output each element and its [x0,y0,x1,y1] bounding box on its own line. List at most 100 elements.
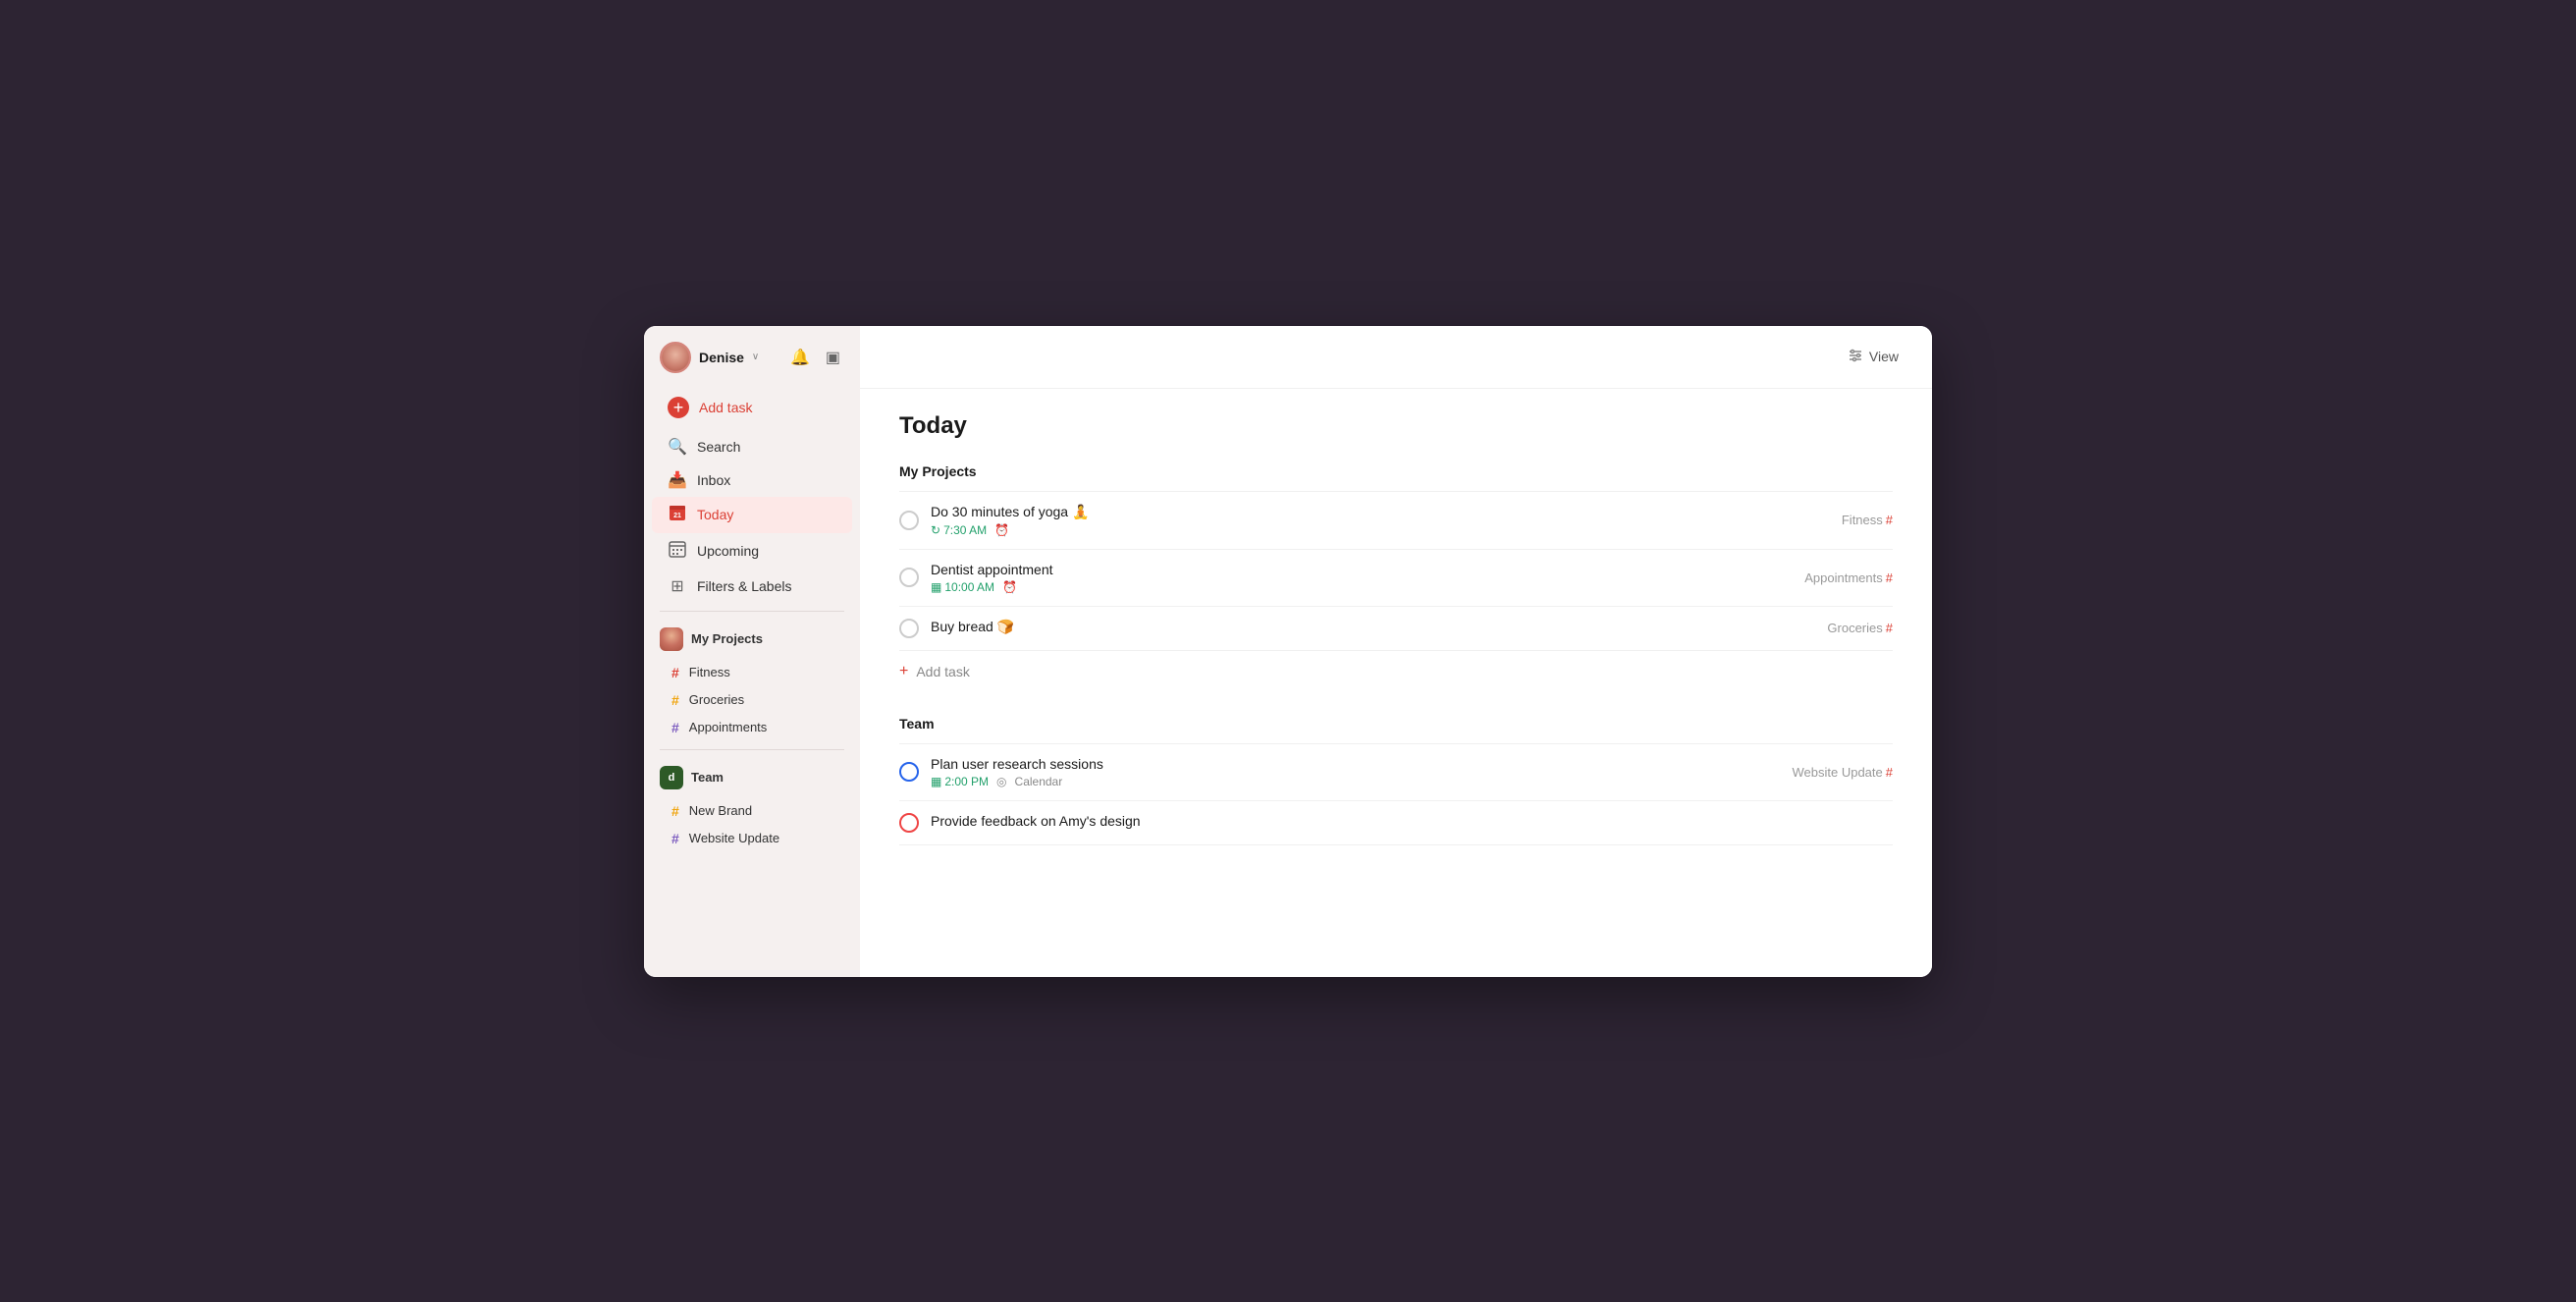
add-task-inline-button[interactable]: + Add task [899,651,1893,692]
task-project-dentist: Appointments # [1804,570,1893,585]
location-icon: ◎ [996,775,1006,788]
alarm-icon-yoga: ⏰ [994,523,1009,537]
filter-icon [1848,348,1863,366]
page-title: Today [899,412,1893,440]
fitness-label: Fitness [689,665,730,679]
chevron-down-icon: ∨ [752,352,759,362]
divider-2 [660,749,844,750]
task-info-research: Plan user research sessions ▦ 2:00 PM ◎ … [931,756,1793,788]
svg-text:21: 21 [673,513,681,519]
table-row[interactable]: Plan user research sessions ▦ 2:00 PM ◎ … [899,744,1893,801]
sidebar-item-filters[interactable]: ⊞ Filters & Labels [652,570,852,603]
website-update-label: Website Update [689,831,779,845]
calendar-icon-dentist: ▦ [931,580,941,594]
my-projects-title: My Projects [691,631,763,646]
main-content: Today My Projects Do 30 minutes of yoga … [860,389,1932,977]
team-section-title: Team [899,716,1893,732]
user-info[interactable]: Denise ∨ [660,342,759,373]
my-projects-task-list: Do 30 minutes of yoga 🧘 ↻ 7:30 AM ⏰ [899,491,1893,651]
upcoming-icon [668,540,687,563]
table-row[interactable]: Dentist appointment ▦ 10:00 AM ⏰ [899,550,1893,607]
main-header: View [860,326,1932,389]
task-info-amy: Provide feedback on Amy's design [931,813,1893,832]
plus-icon: + [668,397,689,418]
task-project-research: Website Update # [1793,765,1894,780]
task-meta-yoga: ↻ 7:30 AM ⏰ [931,523,1842,537]
calendar-label: Calendar [1015,775,1063,788]
nav-label-upcoming: Upcoming [697,543,759,559]
team-section: Team Plan user research sessions ▦ [899,716,1893,845]
layout-button[interactable]: ▣ [822,344,844,371]
task-info-yoga: Do 30 minutes of yoga 🧘 ↻ 7:30 AM ⏰ [931,504,1842,537]
filters-icon: ⊞ [668,576,687,596]
task-checkbox-bread[interactable] [899,619,919,638]
hash-icon-appointments: # [671,720,679,735]
today-icon: 21 [668,504,687,526]
table-row[interactable]: Do 30 minutes of yoga 🧘 ↻ 7:30 AM ⏰ [899,492,1893,550]
nav-label-today: Today [697,507,733,522]
my-projects-section: My Projects Do 30 minutes of yoga 🧘 ↻ [899,463,1893,692]
sidebar-item-appointments[interactable]: # Appointments [652,714,852,741]
sidebar: Denise ∨ 🔔 ▣ + Add task 🔍 Search 📥 Inbox [644,326,860,977]
nav-label-search: Search [697,439,740,455]
task-title-bread: Buy bread 🍞 [931,619,1827,635]
plus-inline-icon: + [899,663,908,680]
add-task-button[interactable]: + Add task [652,389,852,426]
repeat-icon: ↻ [931,523,940,537]
task-checkbox-research[interactable] [899,762,919,782]
task-title-yoga: Do 30 minutes of yoga 🧘 [931,504,1842,520]
my-projects-section-title: My Projects [899,463,1893,479]
task-title-amy: Provide feedback on Amy's design [931,813,1893,829]
nav-label-inbox: Inbox [697,472,730,488]
divider-1 [660,611,844,612]
sidebar-item-groceries[interactable]: # Groceries [652,686,852,714]
alarm-icon-dentist: ⏰ [1002,580,1017,594]
calendar-icon-research: ▦ [931,775,941,788]
sidebar-header: Denise ∨ 🔔 ▣ [644,342,860,389]
sidebar-item-fitness[interactable]: # Fitness [652,659,852,686]
my-projects-avatar [660,627,683,651]
hash-dentist: # [1886,570,1893,585]
task-time-yoga: ↻ 7:30 AM [931,523,987,537]
hash-icon-website-update: # [671,831,679,846]
sidebar-item-website-update[interactable]: # Website Update [652,825,852,852]
add-task-label: Add task [699,400,752,415]
groceries-label: Groceries [689,692,744,707]
task-checkbox-yoga[interactable] [899,511,919,530]
view-button[interactable]: View [1838,342,1908,372]
user-name: Denise [699,350,744,365]
sidebar-item-today[interactable]: 21 Today [652,497,852,533]
team-task-list: Plan user research sessions ▦ 2:00 PM ◎ … [899,743,1893,845]
sidebar-item-search[interactable]: 🔍 Search [652,430,852,463]
hash-icon-groceries: # [671,692,679,708]
task-info-bread: Buy bread 🍞 [931,619,1827,638]
search-icon: 🔍 [668,437,687,457]
inbox-icon: 📥 [668,470,687,490]
new-brand-label: New Brand [689,803,752,818]
main-panel: View Today My Projects Do 30 minutes of … [860,326,1932,977]
table-row[interactable]: Provide feedback on Amy's design [899,801,1893,845]
task-checkbox-amy[interactable] [899,813,919,833]
view-label: View [1869,349,1899,364]
add-task-inline-label: Add task [916,664,969,679]
sidebar-item-inbox[interactable]: 📥 Inbox [652,463,852,497]
task-title-dentist: Dentist appointment [931,562,1804,577]
notification-button[interactable]: 🔔 [786,344,814,371]
task-checkbox-dentist[interactable] [899,568,919,587]
table-row[interactable]: Buy bread 🍞 Groceries # [899,607,1893,651]
hash-icon-fitness: # [671,665,679,680]
task-info-dentist: Dentist appointment ▦ 10:00 AM ⏰ [931,562,1804,594]
sidebar-item-new-brand[interactable]: # New Brand [652,797,852,825]
task-meta-dentist: ▦ 10:00 AM ⏰ [931,580,1804,594]
hash-bread: # [1886,621,1893,635]
task-title-research: Plan user research sessions [931,756,1793,772]
my-projects-section-header: My Projects [644,620,860,659]
hash-yoga: # [1886,513,1893,527]
sidebar-item-upcoming[interactable]: Upcoming [652,533,852,570]
avatar [660,342,691,373]
task-project-bread: Groceries # [1827,621,1893,635]
task-time-research: ▦ 2:00 PM [931,775,989,788]
hash-icon-new-brand: # [671,803,679,819]
team-section-header: d Team [644,758,860,797]
sidebar-actions: 🔔 ▣ [786,344,844,371]
